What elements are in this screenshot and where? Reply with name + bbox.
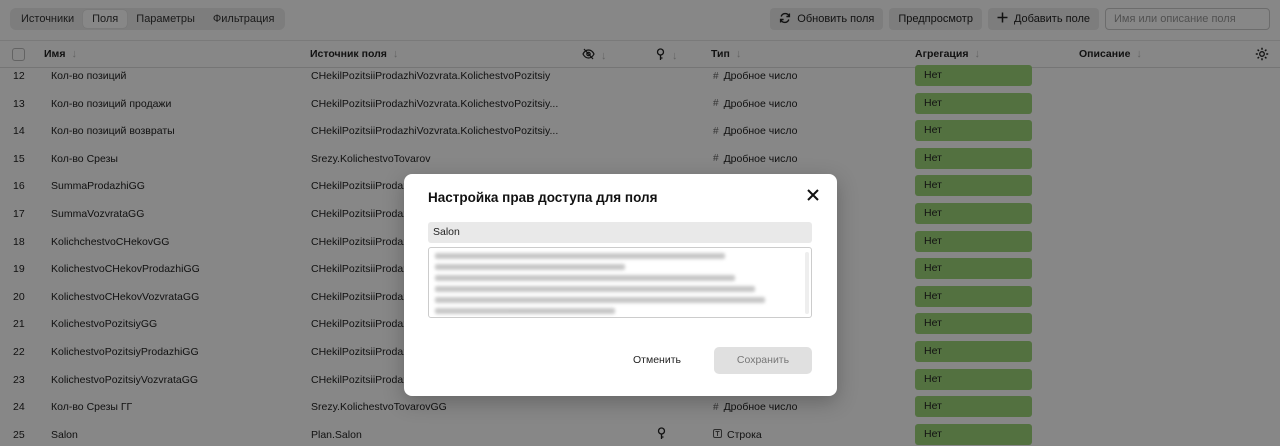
access-rules-textarea[interactable] <box>428 247 812 318</box>
dialog-title: Настройка прав доступа для поля <box>428 190 658 205</box>
close-icon[interactable] <box>805 188 821 204</box>
field-name-display: Salon <box>428 222 812 243</box>
access-settings-dialog: Настройка прав доступа для поля Salon От… <box>404 174 837 396</box>
textarea-scrollbar[interactable] <box>805 252 809 314</box>
cancel-button[interactable]: Отменить <box>622 347 692 374</box>
save-button[interactable]: Сохранить <box>714 347 812 374</box>
